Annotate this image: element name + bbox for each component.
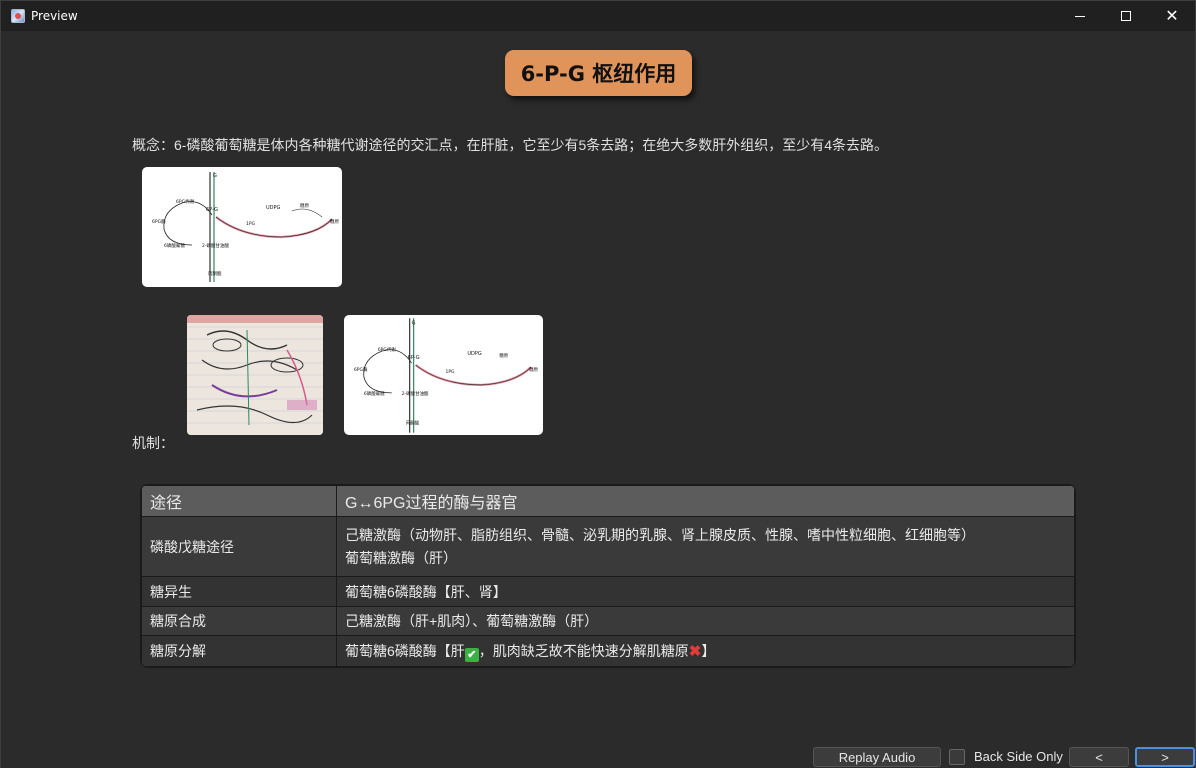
svg-text:UDPG: UDPG: [467, 351, 481, 357]
table-row: 糖原分解 葡萄糖6磷酸酶【肝 ✔ ，肌肉缺乏故不能快速分解肌糖原✖】: [141, 635, 1075, 667]
pathway-diagram-svg-2: G 6P-G 6PG代谢 6PG酶 6磷酸葡糖 UDPG 糖原 1PG 丙酮酸 …: [354, 318, 539, 433]
minimize-button[interactable]: [1057, 1, 1103, 31]
handwritten-notes-image: [187, 315, 323, 435]
table-cell-enzyme: 己糖激酶（肝+肌肉）、葡萄糖激酶（肝）: [336, 606, 1075, 636]
pathway-diagram-image: G 6P-G 6PG代谢 6PG酶 6磷酸葡糖 UDPG 糖原 1PG 丙酮酸 …: [142, 167, 342, 287]
enzyme-table: 途径 G↔6PG过程的酶与器官 磷酸戊糖途径 己糖激酶（动物肝、脂肪组织、骨髓、…: [140, 484, 1076, 668]
svg-text:6磷酸葡糖: 6磷酸葡糖: [364, 390, 385, 397]
diagram-right-mid: 1PG: [246, 221, 256, 227]
diagram-left-bottom: 6磷酸葡糖: [164, 242, 185, 249]
table-row: 磷酸戊糖途径 己糖激酶（动物肝、脂肪组织、骨髓、泌乳期的乳腺、肾上腺皮质、性腺、…: [141, 516, 1075, 577]
enzyme-part-3: 】: [701, 642, 716, 659]
enzyme-line-2: 葡萄糖激酶（肝）: [345, 550, 457, 566]
diagram-right-far: 糖原: [300, 202, 309, 209]
bottom-toolbar: Replay Audio Back Side Only < >: [1, 743, 1195, 768]
back-side-only-checkbox[interactable]: [949, 749, 965, 765]
pathway-diagram-image-2: G 6P-G 6PG代谢 6PG酶 6磷酸葡糖 UDPG 糖原 1PG 丙酮酸 …: [344, 315, 543, 435]
enzyme-line-1: 己糖激酶（动物肝、脂肪组织、骨髓、泌乳期的乳腺、肾上腺皮质、性腺、嗜中性粒细胞、…: [345, 527, 975, 543]
window-title: Preview: [31, 9, 78, 23]
handwritten-notes-svg: [187, 315, 323, 435]
diagram-bottom-mid: 2-磷酸甘油酸: [202, 242, 229, 249]
table-cell-path: 糖异生: [141, 576, 337, 607]
card-content: 6-P-G 枢纽作用 概念：6-磷酸葡萄糖是体内各种糖代谢途径的交汇点，在肝脏，…: [1, 31, 1195, 743]
title-bar: Preview ✕: [1, 1, 1195, 31]
preview-window: Preview ✕ 6-P-G 枢纽作用 概念：6-磷酸葡萄糖是体内各种糖代谢途…: [0, 0, 1196, 768]
svg-text:G: G: [412, 320, 416, 326]
svg-text:2-磷酸甘油酸: 2-磷酸甘油酸: [402, 390, 429, 397]
replay-audio-button[interactable]: Replay Audio: [813, 747, 941, 767]
diagram-bottom: 丙酮酸: [208, 270, 222, 277]
check-mark-icon: ✔: [464, 647, 479, 662]
table-row: 糖原合成 己糖激酶（肝+肌肉）、葡萄糖激酶（肝）: [141, 606, 1075, 636]
enzyme-part-1: 葡萄糖6磷酸酶【肝: [345, 642, 465, 659]
app-icon: [11, 9, 25, 23]
maximize-icon: [1121, 11, 1131, 21]
next-button[interactable]: >: [1135, 747, 1195, 767]
mechanism-label: 机制：: [132, 435, 174, 451]
table-cell-enzyme: 葡萄糖6磷酸酶【肝 ✔ ，肌肉缺乏故不能快速分解肌糖原✖】: [336, 635, 1075, 667]
svg-text:糖原: 糖原: [529, 366, 538, 373]
concept-text: 概念：6-磷酸葡萄糖是体内各种糖代谢途径的交汇点，在肝脏，它至少有5条去路；在绝…: [132, 137, 889, 153]
close-icon: ✕: [1165, 6, 1179, 25]
pathway-diagram-svg: G 6P-G 6PG代谢 6PG酶 6磷酸葡糖 UDPG 糖原 1PG 丙酮酸 …: [152, 172, 339, 282]
table-cell-path: 糖原分解: [141, 635, 337, 667]
svg-text:糖原: 糖原: [499, 352, 508, 359]
table-header-enzyme: G↔6PG过程的酶与器官: [336, 485, 1075, 517]
table-header-path: 途径: [141, 485, 337, 517]
diagram-right: UDPG: [266, 205, 281, 211]
table-row: 糖异生 葡萄糖6磷酸酶【肝、肾】: [141, 576, 1075, 607]
enzyme-part-2: ，肌肉缺乏故不能快速分解肌糖原: [478, 642, 689, 659]
close-button[interactable]: ✕: [1149, 1, 1195, 31]
cross-mark-icon: ✖: [688, 642, 702, 660]
table-cell-path: 磷酸戊糖途径: [141, 516, 337, 577]
maximize-button[interactable]: [1103, 1, 1149, 31]
svg-text:1PG: 1PG: [445, 369, 455, 375]
minimize-icon: [1075, 15, 1085, 17]
table-cell-enzyme: 葡萄糖6磷酸酶【肝、肾】: [336, 576, 1075, 607]
svg-text:6PG酶: 6PG酶: [354, 366, 368, 373]
svg-text:丙酮酸: 丙酮酸: [406, 420, 420, 427]
previous-button[interactable]: <: [1069, 747, 1129, 767]
table-cell-path: 糖原合成: [141, 606, 337, 636]
card-title: 6-P-G 枢纽作用: [505, 50, 692, 96]
back-side-only-label[interactable]: Back Side Only: [974, 749, 1063, 764]
table-cell-enzyme: 己糖激酶（动物肝、脂肪组织、骨髓、泌乳期的乳腺、肾上腺皮质、性腺、嗜中性粒细胞、…: [336, 516, 1075, 577]
svg-text:糖原: 糖原: [330, 218, 339, 225]
diagram-top: G: [213, 173, 217, 179]
